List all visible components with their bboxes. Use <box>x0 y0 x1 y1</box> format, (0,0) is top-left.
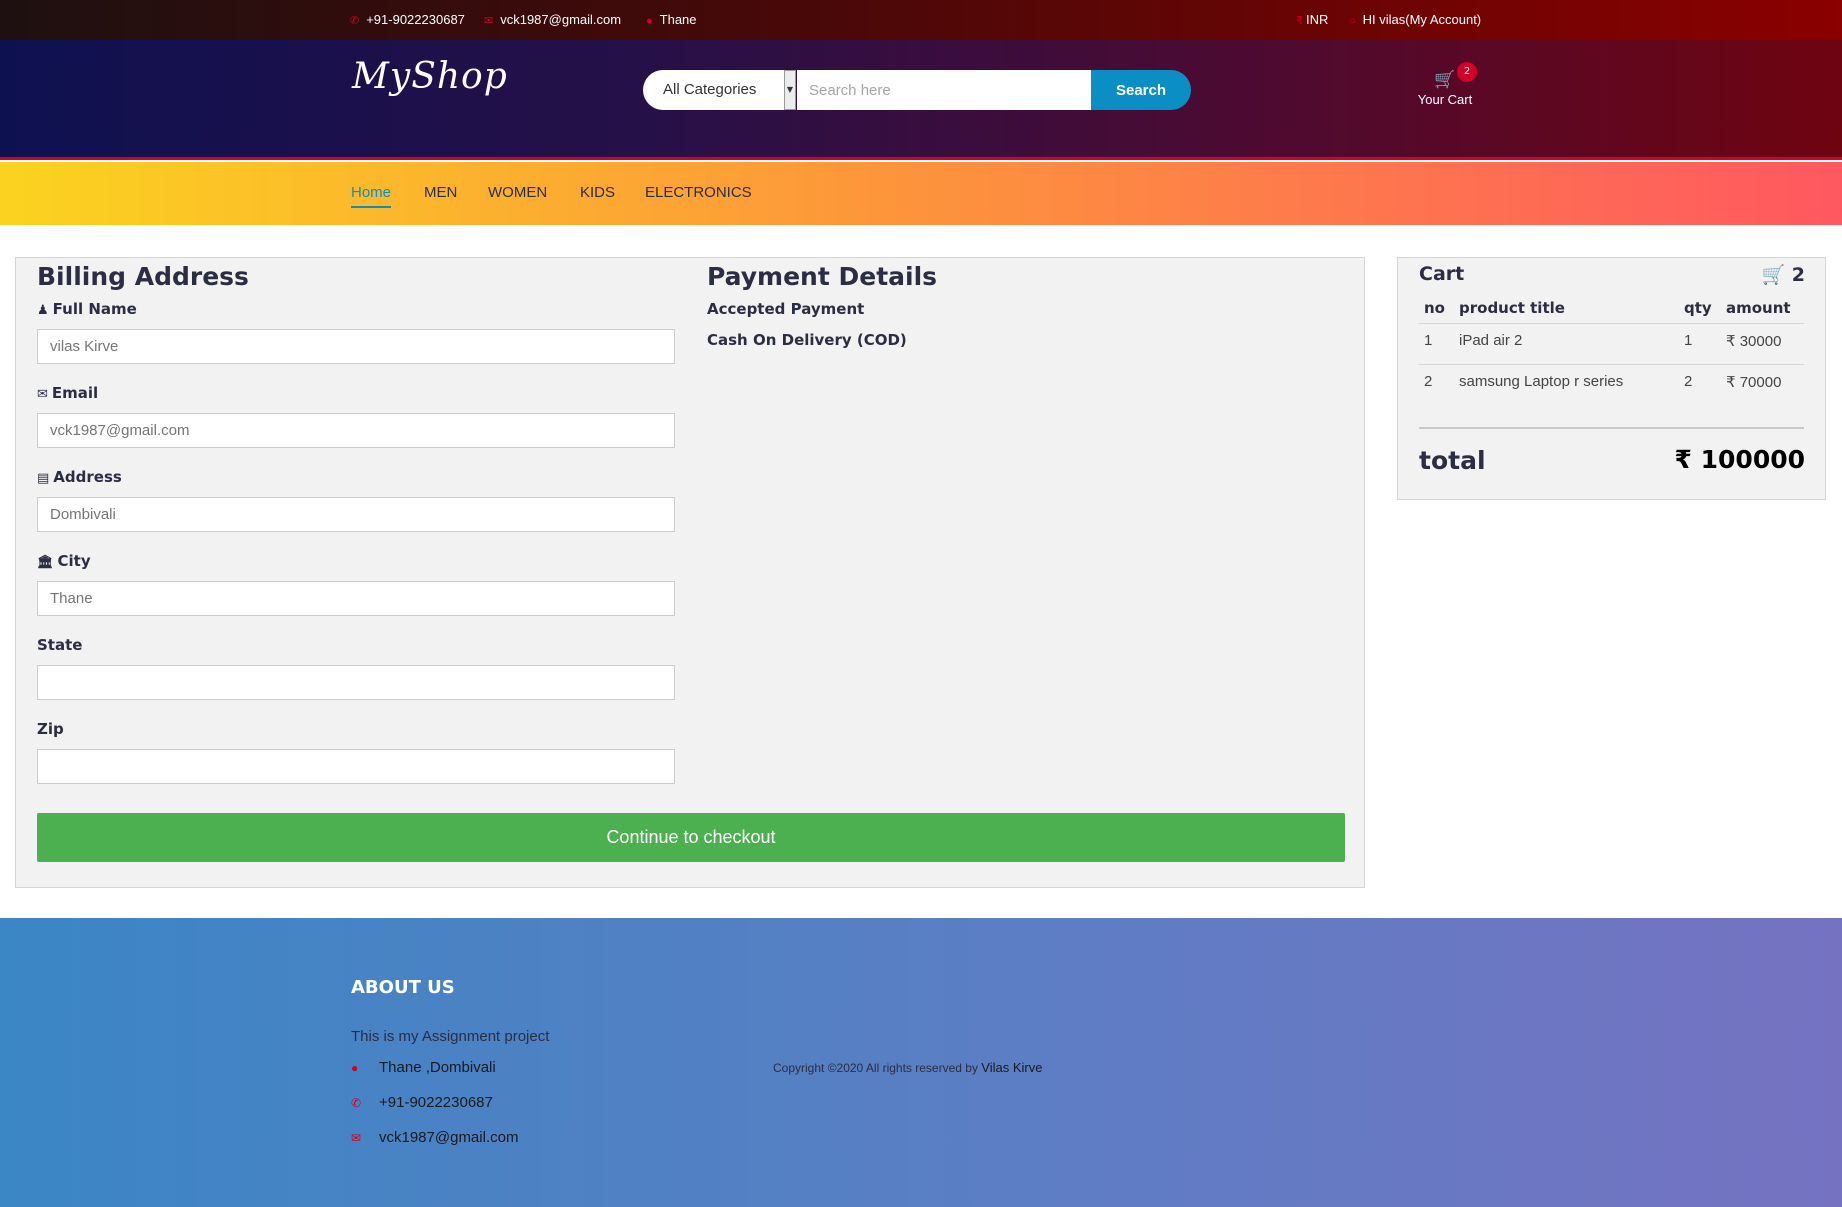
header: MyShop All Categories ▼ Search 🛒 Your Ca… <box>0 40 1842 160</box>
state-input[interactable] <box>37 665 675 700</box>
search-input[interactable] <box>797 70 1091 110</box>
footer-phone-text: +91-9022230687 <box>379 1094 493 1111</box>
payment-method: Cash On Delivery (COD) <box>707 331 907 349</box>
map-marker-icon: ● <box>351 1061 359 1075</box>
row-amount: ₹ 70000 <box>1726 374 1782 391</box>
about-us-heading: ABOUT US <box>351 977 455 998</box>
city-label: 🏛 City <box>37 552 91 570</box>
row-no: 1 <box>1424 332 1433 349</box>
your-cart[interactable]: 🛒 Your Cart 2 <box>1410 62 1480 124</box>
nav-item-men[interactable]: MEN <box>424 184 457 201</box>
top-currency-text: INR <box>1306 12 1329 27</box>
total-divider <box>1419 427 1804 429</box>
table-header-divider <box>1419 323 1804 324</box>
column-header-product-title: product title <box>1459 299 1565 317</box>
row-title: iPad air 2 <box>1459 332 1523 349</box>
total-label: total <box>1419 446 1486 475</box>
footer-email[interactable]: ✉ vck1987@gmail.com <box>351 1129 518 1146</box>
email-label-text: Email <box>51 384 99 402</box>
payment-title: Payment Details <box>707 262 938 291</box>
cart-count-badge: 2 <box>1457 62 1477 82</box>
user-icon: ♟ <box>37 303 49 318</box>
top-account[interactable]: ○ HI vilas(My Account) <box>1349 12 1481 27</box>
footer-phone[interactable]: ✆ +91-9022230687 <box>351 1094 493 1111</box>
nav-item-women[interactable]: WOMEN <box>488 184 547 201</box>
continue-to-checkout-button[interactable]: Continue to checkout <box>37 813 1345 862</box>
institution-icon: 🏛 <box>37 555 54 570</box>
user-icon: ○ <box>1349 15 1356 27</box>
full-name-input[interactable] <box>37 329 675 364</box>
about-us-text: This is my Assignment project <box>351 1028 550 1045</box>
top-phone-text: +91-9022230687 <box>366 12 465 27</box>
footer-email-text: vck1987@gmail.com <box>379 1129 519 1146</box>
cart-summary-count: 🛒 2 <box>1761 263 1805 286</box>
row-title: samsung Laptop r series <box>1459 373 1624 390</box>
copyright: Copyright ©2020 All rights reserved by V… <box>773 1060 1042 1075</box>
search-form: All Categories ▼ Search <box>643 70 1191 110</box>
top-location[interactable]: ● Thane <box>646 12 697 27</box>
state-label: State <box>37 636 83 654</box>
zip-label: Zip <box>37 720 64 738</box>
row-qty: 1 <box>1684 332 1693 349</box>
checkout-panel: Billing Address ♟Full Name ✉Email ▤Addre… <box>15 257 1365 888</box>
row-divider <box>1419 364 1804 365</box>
footer-address[interactable]: ● Thane ,Dombivali <box>351 1059 496 1076</box>
map-marker-icon: ● <box>646 15 653 27</box>
cart-summary: Cart 🛒 2 no product title qty amount 1 i… <box>1397 257 1826 500</box>
phone-icon: ✆ <box>350 15 360 27</box>
zip-input[interactable] <box>37 749 675 784</box>
top-currency[interactable]: ₹ INR <box>1296 12 1328 27</box>
cart-summary-title: Cart <box>1419 263 1465 285</box>
cart-summary-count-text: 2 <box>1791 264 1805 286</box>
logo[interactable]: MyShop <box>352 56 508 97</box>
cart-icon: 🛒 <box>1761 264 1786 286</box>
full-name-label-text: Full Name <box>52 300 137 318</box>
address-card-icon: ▤ <box>37 471 50 486</box>
full-name-label: ♟ Full Name <box>37 300 137 318</box>
total-value: ₹ 100000 <box>1674 445 1805 474</box>
top-email[interactable]: ✉ vck1987@gmail.com <box>484 12 621 27</box>
envelope-icon: ✉ <box>484 15 494 27</box>
top-phone[interactable]: ✆ +91-9022230687 <box>350 12 465 27</box>
column-header-qty: qty <box>1684 299 1712 317</box>
category-select-arrow-icon[interactable]: ▼ <box>784 70 796 110</box>
email-label: ✉ Email <box>37 384 98 402</box>
column-header-no: no <box>1424 299 1445 317</box>
nav-item-kids[interactable]: KIDS <box>580 184 615 201</box>
accepted-payment-label: Accepted Payment <box>707 300 865 318</box>
billing-title: Billing Address <box>37 262 249 291</box>
main-nav: Home MEN WOMEN KIDS ELECTRONICS <box>0 162 1842 225</box>
city-input[interactable] <box>37 581 675 616</box>
email-input[interactable] <box>37 413 675 448</box>
top-bar: ✆ +91-9022230687 ✉ vck1987@gmail.com ● Than… <box>0 0 1842 40</box>
envelope-icon: ✉ <box>37 387 48 402</box>
column-header-amount: amount <box>1726 299 1791 317</box>
nav-item-electronics[interactable]: ELECTRONICS <box>645 184 752 201</box>
footer: ABOUT US This is my Assignment project ●… <box>0 918 1842 1207</box>
row-no: 2 <box>1424 373 1433 390</box>
copyright-text: Copyright ©2020 All rights reserved by <box>773 1061 978 1075</box>
footer-address-text: Thane ,Dombivali <box>379 1059 496 1076</box>
top-email-text: vck1987@gmail.com <box>500 12 622 27</box>
address-label-text: Address <box>53 468 122 486</box>
search-button[interactable]: Search <box>1091 70 1191 110</box>
copyright-author[interactable]: Vilas Kirve <box>981 1060 1042 1075</box>
category-select[interactable]: All Categories <box>643 70 795 110</box>
top-account-text: HI vilas(My Account) <box>1362 12 1482 27</box>
top-location-text: Thane <box>659 12 697 27</box>
cart-label: Your Cart <box>1417 92 1473 107</box>
row-qty: 2 <box>1684 373 1693 390</box>
address-label: ▤ Address <box>37 468 122 486</box>
envelope-icon: ✉ <box>351 1131 362 1145</box>
phone-icon: ✆ <box>351 1096 362 1110</box>
row-amount: ₹ 30000 <box>1726 333 1782 350</box>
city-label-text: City <box>57 552 91 570</box>
address-input[interactable] <box>37 497 675 532</box>
currency-icon: ₹ <box>1296 15 1303 27</box>
nav-item-home[interactable]: Home <box>351 184 392 208</box>
